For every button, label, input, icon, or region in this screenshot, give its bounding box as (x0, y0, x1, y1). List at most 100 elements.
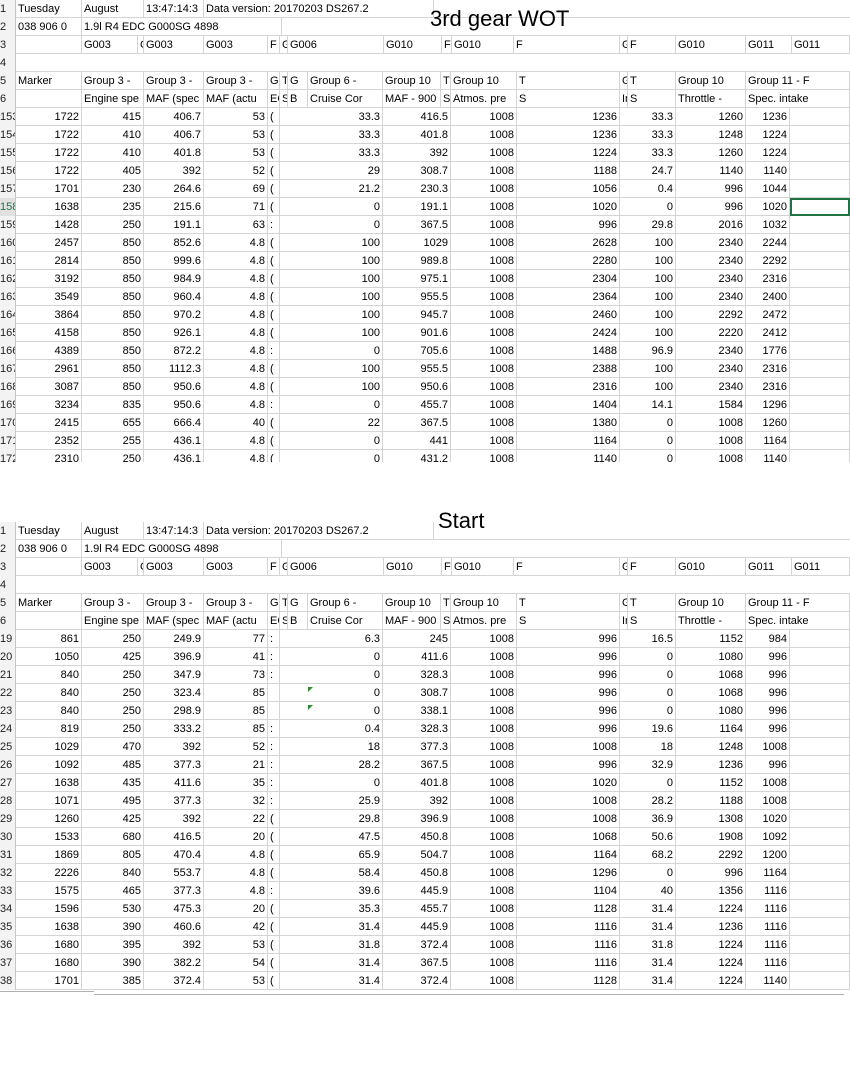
data-cell[interactable]: 425 (82, 810, 144, 828)
data-cell[interactable]: ( (268, 378, 280, 396)
empty-cell[interactable] (790, 810, 850, 828)
data-cell[interactable]: 367.5 (383, 414, 451, 432)
data-cell[interactable]: 2316 (746, 360, 790, 378)
data-cell[interactable]: 1008 (517, 792, 620, 810)
header-cell[interactable]: Group 10 (676, 594, 746, 612)
data-cell[interactable]: 666.4 (144, 414, 204, 432)
data-cell[interactable]: 984 (746, 630, 790, 648)
data-cell[interactable]: 392 (383, 144, 451, 162)
data-cell[interactable]: 250 (82, 702, 144, 720)
data-cell[interactable]: 1116 (517, 918, 620, 936)
header-cell[interactable]: S (280, 90, 288, 108)
data-cell[interactable]: 996 (746, 702, 790, 720)
data-cell[interactable]: 50.6 (628, 828, 676, 846)
data-cell[interactable]: 33.3 (628, 144, 676, 162)
data-cell[interactable]: 24.7 (628, 162, 676, 180)
data-cell[interactable]: 1029 (16, 738, 82, 756)
data-cell[interactable]: 16.5 (628, 630, 676, 648)
data-cell[interactable]: 0 (288, 684, 383, 702)
data-cell[interactable]: : (268, 756, 280, 774)
row-number[interactable]: 169 (0, 396, 16, 414)
data-cell[interactable]: 401.8 (383, 774, 451, 792)
data-cell[interactable]: 100 (628, 378, 676, 396)
row-number[interactable]: 5 (0, 594, 16, 612)
data-cell[interactable]: 1008 (676, 414, 746, 432)
data-cell[interactable]: ( (268, 198, 280, 216)
header-cell[interactable]: G011 (792, 36, 850, 54)
data-cell[interactable]: 1908 (676, 828, 746, 846)
data-cell[interactable]: 1680 (16, 936, 82, 954)
header-cell[interactable]: S (628, 612, 676, 630)
row-number[interactable]: 164 (0, 306, 16, 324)
data-cell[interactable]: 53 (204, 144, 268, 162)
header-cell[interactable]: G003 (82, 558, 138, 576)
data-cell[interactable]: 372.4 (383, 936, 451, 954)
data-cell[interactable]: 0 (288, 198, 383, 216)
data-cell[interactable]: 3192 (16, 270, 82, 288)
data-cell[interactable]: 1020 (746, 810, 790, 828)
data-cell[interactable]: 1020 (517, 198, 620, 216)
data-cell[interactable]: 100 (628, 306, 676, 324)
data-cell[interactable]: 955.5 (383, 360, 451, 378)
data-cell[interactable]: 553.7 (144, 864, 204, 882)
data-cell[interactable]: 35.3 (288, 900, 383, 918)
header-cell[interactable]: T (517, 594, 620, 612)
header-cell[interactable]: Group 10 (383, 594, 441, 612)
data-cell[interactable]: 1140 (746, 972, 790, 990)
data-cell[interactable]: 230.3 (383, 180, 451, 198)
header-cell[interactable]: Group 10 - Field (620, 72, 628, 90)
data-cell[interactable]: 392 (144, 738, 204, 756)
data-cell[interactable]: : (268, 216, 280, 234)
data-cell[interactable]: 495 (82, 792, 144, 810)
data-cell[interactable]: 0 (288, 342, 383, 360)
data-cell[interactable]: 1029 (383, 234, 451, 252)
data-cell[interactable]: 996 (517, 630, 620, 648)
data-cell[interactable]: 250 (82, 450, 144, 462)
header-cell[interactable]: T (441, 72, 451, 90)
data-cell[interactable]: 975.1 (383, 270, 451, 288)
data-cell[interactable]: 100 (628, 360, 676, 378)
header-cell[interactable]: Group 11 - F (746, 594, 850, 612)
data-cell[interactable]: 1068 (676, 684, 746, 702)
row-number[interactable]: 161 (0, 252, 16, 270)
data-cell[interactable]: 2016 (676, 216, 746, 234)
data-cell[interactable]: 996 (676, 198, 746, 216)
header-cell[interactable]: T (628, 72, 676, 90)
row-number[interactable]: 3 (0, 36, 16, 54)
data-cell[interactable]: 401.8 (144, 144, 204, 162)
data-cell[interactable]: 1116 (746, 918, 790, 936)
data-cell[interactable]: 435 (82, 774, 144, 792)
data-cell[interactable]: 850 (82, 288, 144, 306)
empty-cell[interactable] (790, 774, 850, 792)
data-cell[interactable]: 39.6 (288, 882, 383, 900)
header-cell[interactable]: Group 10 (451, 594, 517, 612)
row-number[interactable]: 3 (0, 558, 16, 576)
data-cell[interactable]: 1308 (676, 810, 746, 828)
data-cell[interactable]: 54 (204, 954, 268, 972)
data-cell[interactable]: 29.8 (288, 810, 383, 828)
data-cell[interactable]: 2340 (676, 288, 746, 306)
data-cell[interactable]: 100 (628, 234, 676, 252)
data-cell[interactable]: 2412 (746, 324, 790, 342)
data-cell[interactable]: 41 (204, 648, 268, 666)
data-cell[interactable]: 53 (204, 936, 268, 954)
data-cell[interactable]: 530 (82, 900, 144, 918)
data-cell[interactable]: 4158 (16, 324, 82, 342)
data-cell[interactable]: 1152 (676, 774, 746, 792)
data-cell[interactable]: 996 (746, 648, 790, 666)
data-cell[interactable]: 1008 (451, 216, 517, 234)
data-cell[interactable]: 1596 (16, 900, 82, 918)
data-cell[interactable]: 1200 (746, 846, 790, 864)
data-cell[interactable]: 385 (82, 972, 144, 990)
data-cell[interactable]: 1080 (676, 648, 746, 666)
data-cell[interactable]: 1008 (676, 450, 746, 462)
header-cell[interactable]: Tuesday (16, 0, 82, 18)
data-cell[interactable]: 2424 (517, 324, 620, 342)
data-cell[interactable] (268, 684, 280, 702)
header-cell[interactable]: G010 (384, 558, 442, 576)
row-number[interactable]: 158 (0, 198, 16, 216)
header-cell[interactable]: 13:47:14:3 (144, 522, 204, 540)
row-number[interactable]: 160 (0, 234, 16, 252)
data-cell[interactable]: 1008 (451, 270, 517, 288)
empty-cell[interactable] (790, 936, 850, 954)
